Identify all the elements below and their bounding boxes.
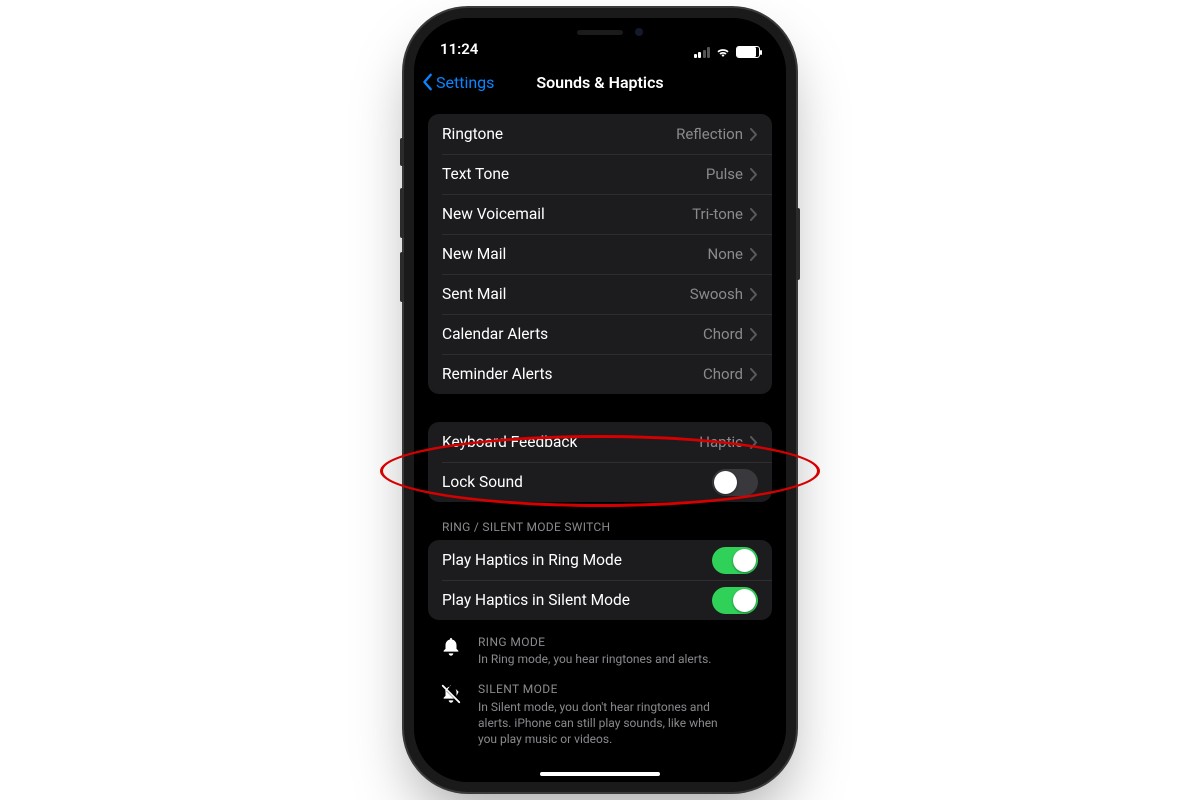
- row-label: Text Tone: [442, 165, 706, 183]
- chevron-right-icon: [750, 208, 758, 221]
- row-label: Lock Sound: [442, 473, 712, 491]
- row-value: Tri-tone: [692, 205, 743, 223]
- row-label: Play Haptics in Silent Mode: [442, 591, 712, 609]
- side-button: [796, 208, 800, 280]
- chevron-right-icon: [750, 436, 758, 449]
- volume-down-button: [400, 252, 404, 302]
- mute-switch: [400, 138, 404, 166]
- chevron-right-icon: [750, 248, 758, 261]
- row-label: Play Haptics in Ring Mode: [442, 551, 712, 569]
- status-indicators: [694, 46, 761, 58]
- row-label: Sent Mail: [442, 285, 690, 303]
- wifi-icon: [715, 46, 731, 58]
- row-lock-sound[interactable]: Lock Sound: [428, 462, 772, 502]
- row-label: Reminder Alerts: [442, 365, 703, 383]
- info-desc: In Ring mode, you hear ringtones and ale…: [478, 651, 711, 667]
- row-sent-mail[interactable]: Sent Mail Swoosh: [428, 274, 772, 314]
- chevron-right-icon: [750, 128, 758, 141]
- screen: 11:24 Settings Sounds &: [414, 18, 786, 782]
- row-value: Swoosh: [690, 285, 743, 303]
- iphone-device-frame: 11:24 Settings Sounds &: [414, 18, 786, 782]
- row-label: New Voicemail: [442, 205, 692, 223]
- info-title: RING MODE: [478, 634, 711, 650]
- back-button[interactable]: Settings: [422, 73, 494, 92]
- row-value: Reflection: [676, 125, 743, 143]
- info-desc: In Silent mode, you don't hear ringtones…: [478, 699, 738, 748]
- back-label: Settings: [436, 73, 494, 92]
- chevron-right-icon: [750, 328, 758, 341]
- navigation-bar: Settings Sounds & Haptics: [414, 62, 786, 102]
- row-value: None: [708, 245, 744, 263]
- speaker-grille: [577, 30, 623, 35]
- row-label: New Mail: [442, 245, 708, 263]
- info-title: SILENT MODE: [478, 681, 738, 697]
- sounds-group: Ringtone Reflection Text Tone Pulse New …: [428, 114, 772, 394]
- volume-up-button: [400, 188, 404, 238]
- keyboard-lock-group: Keyboard Feedback Haptic Lock Sound: [428, 422, 772, 502]
- bell-icon: [436, 634, 466, 667]
- lock-sound-toggle[interactable]: [712, 469, 758, 496]
- row-value: Haptic: [699, 433, 743, 451]
- notch: [525, 18, 675, 46]
- row-text-tone[interactable]: Text Tone Pulse: [428, 154, 772, 194]
- haptics-group: Play Haptics in Ring Mode Play Haptics i…: [428, 540, 772, 620]
- chevron-left-icon: [422, 73, 434, 91]
- row-keyboard-feedback[interactable]: Keyboard Feedback Haptic: [428, 422, 772, 462]
- info-ring-mode: RING MODE In Ring mode, you hear rington…: [428, 620, 772, 667]
- row-label: Calendar Alerts: [442, 325, 703, 343]
- haptics-silent-toggle[interactable]: [712, 587, 758, 614]
- row-value: Chord: [703, 325, 743, 343]
- cellular-signal-icon: [694, 47, 711, 58]
- status-time: 11:24: [440, 40, 478, 58]
- chevron-right-icon: [750, 288, 758, 301]
- row-value: Pulse: [706, 165, 743, 183]
- chevron-right-icon: [750, 368, 758, 381]
- battery-icon: [736, 46, 760, 58]
- haptics-ring-toggle[interactable]: [712, 547, 758, 574]
- row-new-mail[interactable]: New Mail None: [428, 234, 772, 274]
- info-silent-mode: SILENT MODE In Silent mode, you don't he…: [428, 667, 772, 747]
- row-ringtone[interactable]: Ringtone Reflection: [428, 114, 772, 154]
- home-indicator[interactable]: [540, 772, 660, 776]
- row-label: Ringtone: [442, 125, 676, 143]
- row-reminder-alerts[interactable]: Reminder Alerts Chord: [428, 354, 772, 394]
- bell-slash-icon: [436, 681, 466, 747]
- row-play-haptics-silent[interactable]: Play Haptics in Silent Mode: [428, 580, 772, 620]
- section-header-ring-silent: RING / SILENT MODE SWITCH: [428, 502, 772, 540]
- row-label: Keyboard Feedback: [442, 433, 699, 451]
- row-calendar-alerts[interactable]: Calendar Alerts Chord: [428, 314, 772, 354]
- row-value: Chord: [703, 365, 743, 383]
- row-play-haptics-ring[interactable]: Play Haptics in Ring Mode: [428, 540, 772, 580]
- row-new-voicemail[interactable]: New Voicemail Tri-tone: [428, 194, 772, 234]
- chevron-right-icon: [750, 168, 758, 181]
- settings-content[interactable]: Ringtone Reflection Text Tone Pulse New …: [414, 102, 786, 782]
- front-camera: [635, 28, 643, 36]
